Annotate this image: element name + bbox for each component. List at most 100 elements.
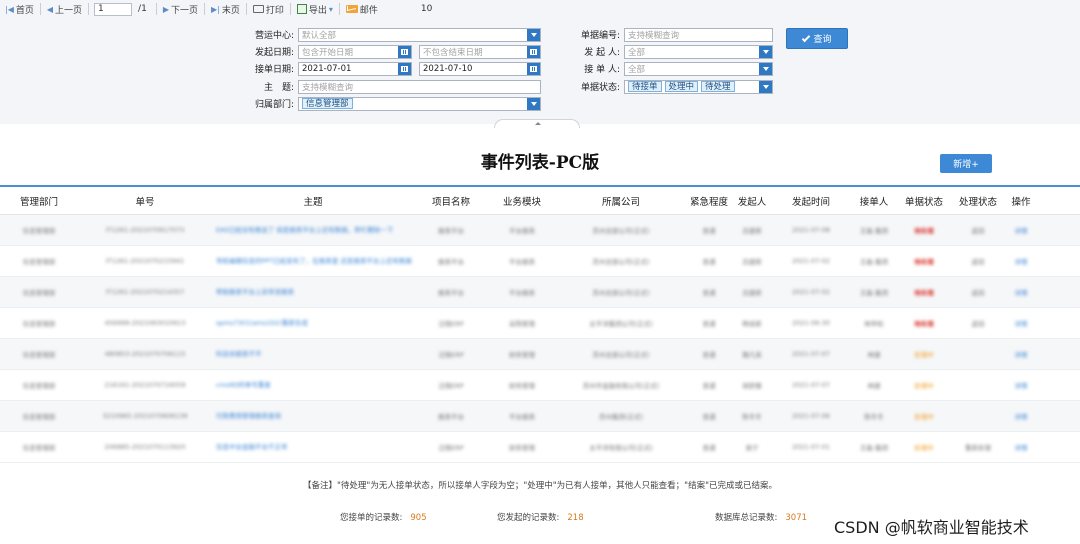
cell-dept: 信息管理部 bbox=[22, 227, 56, 235]
status-chip[interactable]: 处理中 bbox=[664, 81, 699, 92]
export-label: 导出 bbox=[308, 5, 327, 16]
start-date-from-input[interactable]: 包含开始日期 bbox=[298, 44, 412, 59]
prev-page-label: 上一页 bbox=[55, 5, 83, 16]
dept-chip[interactable]: 信息管理部 bbox=[302, 98, 353, 109]
calendar-icon[interactable] bbox=[398, 62, 411, 75]
next-page-button[interactable]: ▶ 下一页 bbox=[158, 3, 203, 16]
status-chip[interactable]: 待处理 bbox=[701, 81, 735, 92]
cell-start-time: 2021-07-07 bbox=[792, 350, 830, 358]
cell-urgency: 普通 bbox=[702, 413, 716, 421]
cell-subject[interactable]: EAS已经没有推送了 但是报表平台上还有数据，帮忙删除一下 bbox=[212, 224, 414, 236]
last-page-button[interactable]: ▶| 末页 bbox=[206, 3, 245, 16]
status-label: 单据状态: bbox=[580, 83, 620, 93]
acceptor-select[interactable]: 全部 bbox=[624, 61, 773, 76]
cell-action[interactable]: 详情 bbox=[1006, 349, 1036, 359]
add-button[interactable]: 新增+ bbox=[940, 154, 992, 173]
cell-dept: 信息管理部 bbox=[22, 320, 56, 328]
cell-action[interactable]: 详情 bbox=[1006, 256, 1036, 266]
watermark: CSDN @帆软商业智能技术 bbox=[834, 518, 1029, 537]
collapse-filter-toggle[interactable] bbox=[494, 119, 580, 128]
cell-action[interactable]: 详情 bbox=[1006, 287, 1036, 297]
cell-dept: 信息管理部 bbox=[22, 351, 56, 359]
filter-row-subject: 主 题: 支持模糊查询 bbox=[254, 79, 541, 94]
accept-date-to-value: 2021-07-10 bbox=[423, 63, 473, 74]
calendar-icon[interactable] bbox=[527, 62, 540, 75]
page-number-input[interactable]: 1 bbox=[94, 2, 133, 16]
dept-select[interactable]: 信息管理部 bbox=[298, 96, 541, 111]
cell-initiator: 魏凡英 bbox=[742, 351, 762, 359]
cell-action[interactable]: 详情 bbox=[1006, 318, 1036, 328]
start-date-to-input[interactable]: 不包含结束日期 bbox=[419, 44, 541, 59]
dropdown-arrow-icon[interactable] bbox=[527, 97, 540, 110]
start-date-label: 发起日期: bbox=[254, 48, 294, 58]
cell-subject[interactable]: 导航编辑信息的PPT已经发布了，在报表里 还是报表平台上还有数据 bbox=[212, 255, 414, 267]
cell-company: 苏州总部公司(正式) bbox=[592, 227, 650, 235]
cell-process-status: 返回 bbox=[971, 227, 985, 235]
cell-company: 苏州总部公司(正式) bbox=[592, 351, 650, 359]
dropdown-arrow-icon[interactable] bbox=[759, 62, 772, 75]
next-page-label: 下一页 bbox=[170, 5, 198, 16]
calendar-icon[interactable] bbox=[398, 45, 411, 58]
cell-acceptor: 王磊-集团 bbox=[859, 258, 889, 266]
mail-button[interactable]: 邮件 bbox=[341, 3, 383, 16]
cell-acceptor: 林捷 bbox=[867, 351, 881, 359]
cell-project: 泛微ERP bbox=[438, 444, 464, 452]
dropdown-arrow-icon[interactable] bbox=[527, 28, 540, 41]
print-button[interactable]: 打印 bbox=[248, 3, 289, 16]
cell-process-status: 返回 bbox=[971, 289, 985, 297]
my-received-label: 您接单的记录数: bbox=[340, 513, 403, 523]
dropdown-arrow-icon[interactable] bbox=[759, 45, 772, 58]
accept-date-to-input[interactable]: 2021-07-10 bbox=[419, 61, 541, 76]
cell-start-time: 2021-06-30 bbox=[792, 319, 830, 327]
cell-acceptor: 王磊-集团 bbox=[859, 227, 889, 235]
prev-page-button[interactable]: ◀ 上一页 bbox=[42, 3, 87, 16]
table-row: 信息管理部 206885-2021070113920 信息中台金融平台不正常 泛微ER… bbox=[0, 432, 1080, 463]
dropdown-arrow-icon[interactable] bbox=[759, 80, 772, 93]
cell-process-status: 重新处理 bbox=[965, 444, 991, 452]
cell-project: 报表平台 bbox=[438, 258, 464, 266]
initiator-select[interactable]: 全部 bbox=[624, 44, 773, 59]
cell-action[interactable]: 详情 bbox=[1006, 411, 1036, 421]
prev-page-icon: ◀ bbox=[46, 4, 54, 14]
subject-label: 主 题: bbox=[263, 83, 294, 93]
accept-date-from-input[interactable]: 2021-07-01 bbox=[298, 61, 412, 76]
initiator-value: 全部 bbox=[628, 47, 646, 58]
cell-urgency: 普通 bbox=[702, 351, 716, 359]
number-label: 单据编号: bbox=[580, 31, 620, 41]
cell-acceptor: 林亭松 bbox=[864, 320, 884, 328]
cell-urgency: 普通 bbox=[702, 382, 716, 390]
my-initiated-stat: 您发起的记录数: 218 bbox=[497, 511, 584, 523]
print-label: 打印 bbox=[265, 5, 284, 16]
cell-subject[interactable]: spms7301(ams1D2)重新生成 bbox=[212, 317, 414, 329]
db-total-count: 3071 bbox=[785, 513, 808, 523]
number-input[interactable]: 支持模糊查询 bbox=[624, 27, 773, 42]
cell-action[interactable]: 详情 bbox=[1006, 380, 1036, 390]
cell-subject[interactable]: cms9D的单号重复 bbox=[212, 379, 414, 391]
first-page-button[interactable]: |◀ 首页 bbox=[0, 3, 39, 16]
cell-action[interactable]: 详情 bbox=[1006, 442, 1036, 452]
cell-module: 财务管理 bbox=[509, 444, 535, 452]
status-chip[interactable]: 待接单 bbox=[628, 81, 662, 92]
column-header: 单号 bbox=[135, 196, 155, 208]
cell-doc-status: 处理中 bbox=[914, 351, 934, 359]
cell-subject[interactable]: 帮助报表平台上异常该报表 bbox=[212, 286, 414, 298]
accept-date-label: 接单日期: bbox=[254, 65, 294, 75]
filter-row-status: 单据状态: 待接单 处理中 待处理 bbox=[580, 79, 773, 94]
search-button[interactable]: 查询 bbox=[786, 28, 848, 49]
table-row: 信息管理部 216161-2021070716059 cms9D的单号重复 泛微ERP… bbox=[0, 370, 1080, 401]
cell-action[interactable]: 详情 bbox=[1006, 225, 1036, 235]
filter-row-accept-date: 接单日期: 2021-07-01 2021-07-10 bbox=[254, 61, 541, 76]
cell-subject[interactable]: 科目余额表不平 bbox=[212, 348, 414, 360]
cell-subject[interactable]: 付款费用管理报表查询 bbox=[212, 410, 414, 422]
calendar-icon[interactable] bbox=[527, 45, 540, 58]
cell-subject[interactable]: 信息中台金融平台不正常 bbox=[212, 441, 414, 453]
export-button[interactable]: 导出 ▾ bbox=[292, 3, 338, 16]
cell-doc-status: 处理中 bbox=[914, 382, 934, 390]
cell-number: 456999-2021063010913 bbox=[104, 319, 186, 327]
yunying-select[interactable]: 默认全部 bbox=[298, 27, 541, 42]
filter-panel: 营运中心: 默认全部 发起日期: 包含开始日期 不包含结束日期 接单日期: 20… bbox=[0, 18, 1080, 124]
cell-acceptor: 王磊-集团 bbox=[859, 444, 889, 452]
status-select[interactable]: 待接单 处理中 待处理 bbox=[624, 79, 773, 94]
event-table: 管理部门 单号 主题 项目名称 业务模块 所属公司 紧急程度 发起人 发起时间 … bbox=[0, 185, 1080, 463]
subject-input[interactable]: 支持模糊查询 bbox=[298, 79, 541, 94]
